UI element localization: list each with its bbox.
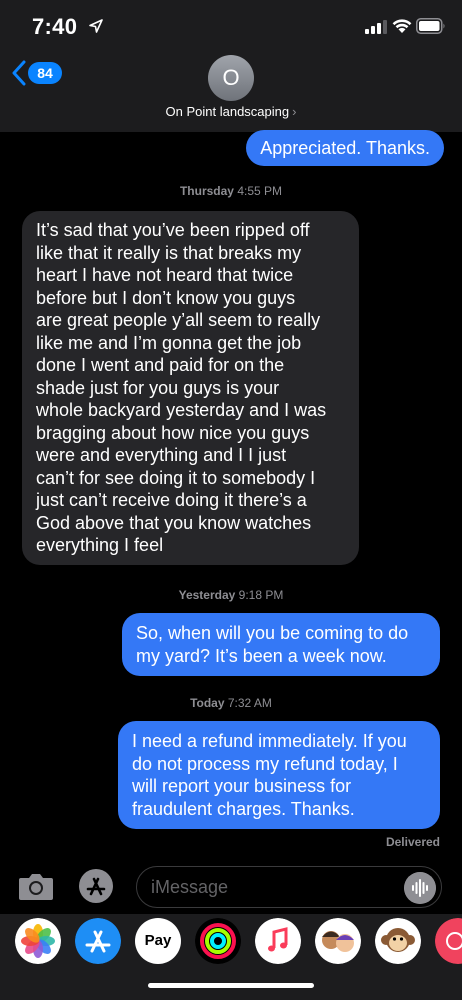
timestamp-time: 4:55 PM — [237, 184, 283, 198]
message-line: my yard? It’s been a week now. — [136, 645, 387, 666]
message-line: bragging about how nice you guys — [36, 422, 310, 443]
message-line: God above that you know watches — [36, 512, 312, 533]
location-arrow-icon — [89, 19, 103, 33]
composer-bar — [0, 860, 462, 916]
activity-app-icon[interactable] — [195, 918, 241, 964]
app-store-icon[interactable] — [78, 868, 114, 904]
message-line: like me and I’m gonna get the job — [36, 332, 302, 353]
timestamp-day: Today — [190, 696, 225, 710]
message-bubble[interactable]: I need a refund immediately. If you do n… — [118, 721, 440, 829]
message-bubble[interactable]: Appreciated. Thanks. — [246, 130, 444, 166]
audio-waveform-icon[interactable] — [404, 872, 436, 904]
contact-chevron-icon: › — [292, 104, 297, 119]
app-store-icon[interactable] — [75, 918, 121, 964]
monkey-animoji-icon[interactable] — [375, 918, 421, 964]
status-time: 7:40 — [32, 14, 78, 39]
more-apps-icon[interactable] — [435, 918, 462, 964]
imessage-input[interactable] — [136, 866, 442, 908]
imessage-app-drawer: Pay — [0, 914, 462, 1000]
conversation-header: 7:40 84 O On Point landscaping › — [0, 0, 462, 132]
timestamp-time: 9:18 PM — [238, 588, 284, 602]
contact-name[interactable]: On Point landscaping › — [0, 104, 462, 119]
music-app-icon[interactable] — [255, 918, 301, 964]
message-line: It’s sad that you’ve been ripped off — [36, 220, 310, 240]
message-timestamp: Thursday 4:55 PM — [0, 184, 462, 198]
memoji-icon[interactable] — [315, 918, 361, 964]
message-line: were and everything and I I just — [36, 445, 287, 465]
message-line: whole backyard yesterday and I was — [36, 400, 327, 420]
message-timestamp: Today 7:32 AM — [0, 696, 462, 710]
back-button[interactable]: 84 — [12, 58, 62, 88]
message-line: done I went and paid for on the — [36, 355, 285, 375]
timestamp-day: Yesterday — [178, 588, 236, 602]
message-line: are great people y’all seem to really — [36, 310, 321, 330]
battery-icon — [416, 18, 445, 34]
message-bubble[interactable]: It’s sad that you’ve been ripped off lik… — [22, 211, 359, 565]
camera-icon[interactable] — [18, 871, 54, 901]
message-line: fraudulent charges. Thanks. — [132, 798, 355, 819]
apple-pay-label: Pay — [144, 932, 172, 949]
status-bar: 7:40 — [0, 0, 462, 50]
message-line: do not process my refund today, I — [132, 753, 398, 774]
message-bubble[interactable]: So, when will you be coming to do my yar… — [122, 613, 440, 676]
message-line: everything I feel — [36, 535, 164, 555]
message-line: can’t for see doing it to somebody I — [36, 467, 316, 488]
contact-avatar[interactable]: O — [208, 55, 254, 101]
timestamp-day: Thursday — [179, 184, 234, 198]
message-timestamp: Yesterday 9:18 PM — [0, 588, 462, 602]
message-line: I need a refund immediately. If you — [132, 731, 407, 751]
message-line: shade just for you guys is your — [36, 377, 280, 398]
photos-app-icon[interactable] — [15, 918, 61, 964]
unread-count-badge: 84 — [28, 62, 62, 84]
message-text: Appreciated. Thanks. — [260, 138, 430, 158]
message-line: like that it really is that breaks my — [36, 242, 302, 263]
cellular-signal-icon — [365, 20, 387, 34]
message-line: will report your business for — [132, 776, 352, 796]
message-line: before but I don’t know you guys — [36, 287, 296, 308]
timestamp-time: 7:32 AM — [227, 696, 272, 710]
contact-name-label: On Point landscaping — [165, 104, 290, 119]
message-line: heart I have not heard that twice — [36, 265, 294, 285]
wifi-icon — [392, 19, 412, 33]
delivered-status: Delivered — [385, 835, 440, 849]
home-indicator — [148, 983, 314, 988]
back-chevron-icon — [12, 60, 26, 86]
message-line: just can’t receive doing it there’s a — [36, 490, 307, 510]
message-line: So, when will you be coming to do — [136, 623, 409, 643]
apple-pay-app-icon[interactable]: Pay — [135, 918, 181, 964]
